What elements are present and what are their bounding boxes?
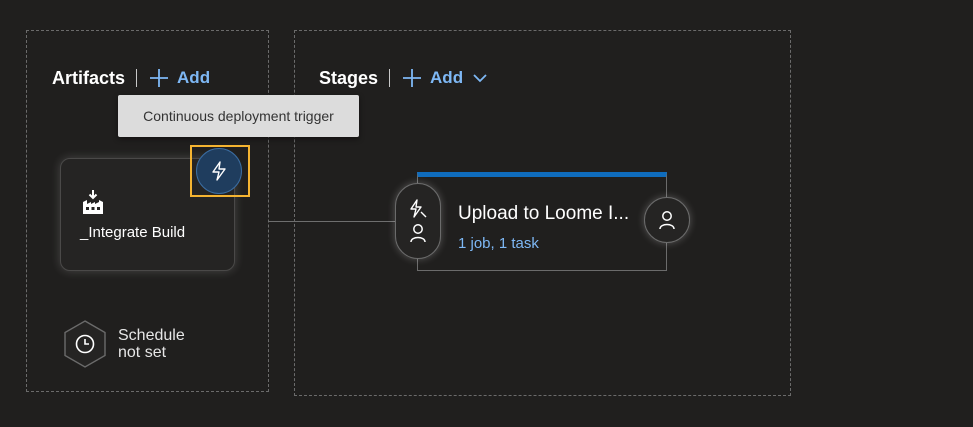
add-artifact-button[interactable]: Add bbox=[149, 68, 210, 88]
tooltip: Continuous deployment trigger bbox=[118, 95, 359, 137]
add-stage-button[interactable]: Add bbox=[402, 68, 495, 88]
schedule-line1: Schedule bbox=[118, 327, 185, 344]
artifacts-title: Artifacts bbox=[52, 67, 126, 88]
header-divider bbox=[389, 69, 391, 87]
person-icon[interactable] bbox=[409, 221, 427, 245]
chevron-down-icon[interactable] bbox=[473, 73, 495, 83]
schedule-line2: not set bbox=[118, 344, 167, 361]
artifacts-header: Artifacts Add bbox=[52, 64, 210, 92]
post-deployment-conditions[interactable] bbox=[644, 197, 690, 243]
connector-line bbox=[268, 221, 398, 222]
plus-icon bbox=[150, 69, 169, 87]
lightning-icon[interactable] bbox=[408, 197, 428, 221]
stage-name: Upload to Loome I... bbox=[458, 203, 630, 224]
add-stage-label: Add bbox=[430, 68, 464, 87]
header-divider bbox=[136, 69, 138, 87]
artifact-name: _Integrate Build bbox=[80, 224, 186, 241]
stages-header: Stages Add bbox=[319, 64, 495, 92]
continuous-deployment-trigger-button[interactable] bbox=[196, 148, 242, 194]
stage-card[interactable]: Upload to Loome I... 1 job, 1 task bbox=[417, 172, 667, 271]
clock-icon bbox=[64, 320, 106, 368]
schedule-trigger[interactable]: Schedule not set bbox=[62, 320, 185, 368]
build-artifact-icon bbox=[81, 189, 105, 220]
add-artifact-label: Add bbox=[177, 68, 211, 87]
stages-title: Stages bbox=[319, 67, 379, 88]
plus-icon bbox=[403, 69, 422, 87]
pre-deployment-conditions[interactable] bbox=[395, 183, 441, 259]
stage-summary-link[interactable]: 1 job, 1 task bbox=[458, 235, 539, 252]
schedule-label: Schedule not set bbox=[118, 327, 185, 361]
lightning-icon bbox=[212, 161, 226, 181]
person-icon bbox=[659, 211, 675, 230]
